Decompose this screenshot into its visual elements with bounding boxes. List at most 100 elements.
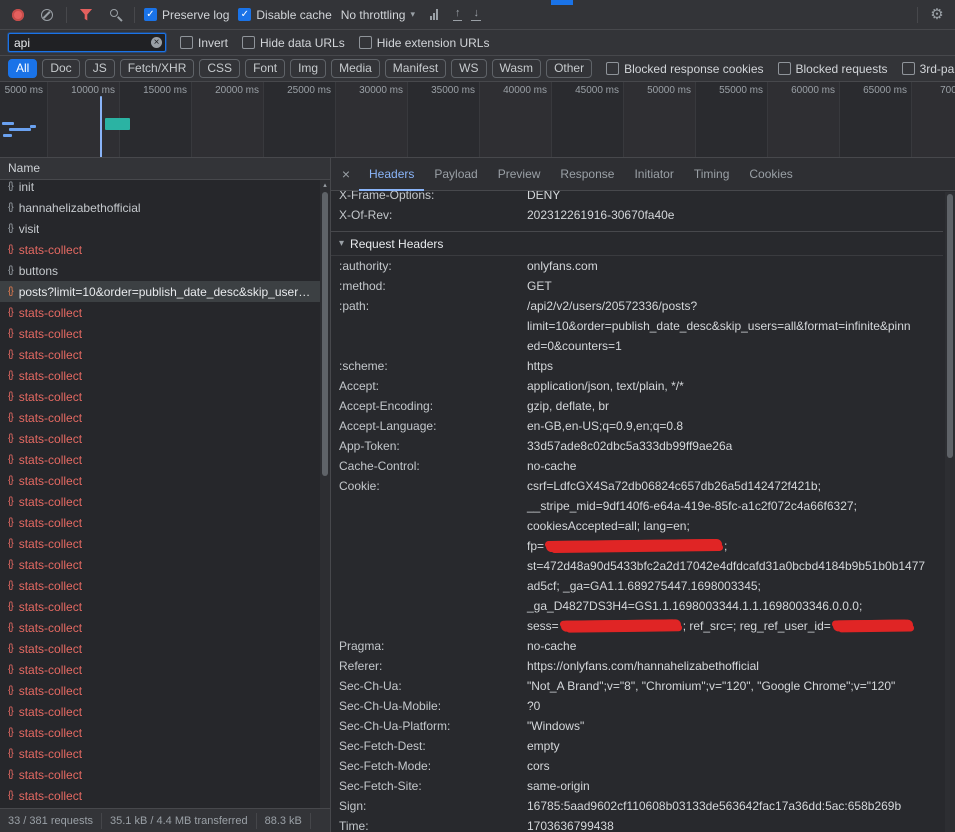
header-name: :authority: [331, 256, 527, 276]
request-row[interactable]: {}stats-collect [0, 407, 320, 428]
tab-initiator[interactable]: Initiator [624, 158, 683, 191]
request-headers-section[interactable]: ▾ Request Headers [331, 231, 943, 256]
search-icon [110, 9, 118, 17]
preserve-log-checkbox[interactable]: ✓ Preserve log [144, 8, 229, 22]
network-main: Name {}init{}hannahelizabethofficial{}vi… [0, 158, 955, 832]
type-filter-manifest[interactable]: Manifest [385, 59, 446, 78]
type-filter-media[interactable]: Media [331, 59, 380, 78]
type-filter-css[interactable]: CSS [199, 59, 240, 78]
record-button[interactable] [8, 4, 28, 26]
header-name: Accept-Language: [331, 416, 527, 436]
settings-button[interactable]: ⚙ [927, 4, 947, 26]
third-party-requests-checkbox[interactable]: 3rd-party requests [902, 62, 955, 76]
blocked-response-cookies-checkbox[interactable]: Blocked response cookies [606, 62, 763, 76]
filter-input[interactable] [8, 33, 166, 52]
type-filter-other[interactable]: Other [546, 59, 592, 78]
request-name: stats-collect [19, 474, 82, 488]
import-har-button[interactable]: ↑ [453, 8, 463, 21]
type-filter-js[interactable]: JS [85, 59, 115, 78]
tab-timing[interactable]: Timing [684, 158, 740, 191]
request-row[interactable]: {}stats-collect [0, 428, 320, 449]
request-row[interactable]: {}stats-collect [0, 386, 320, 407]
export-har-button[interactable]: ↓ [471, 8, 481, 21]
request-list-scrollbar[interactable]: ▴ [320, 180, 330, 808]
timeline-tick: 65000 ms [840, 82, 912, 157]
request-row[interactable]: {}stats-collect [0, 365, 320, 386]
type-filter-all[interactable]: All [8, 59, 37, 78]
request-row[interactable]: {}stats-collect [0, 344, 320, 365]
blocked-requests-checkbox[interactable]: Blocked requests [778, 62, 888, 76]
scrollbar-thumb[interactable] [322, 192, 328, 476]
header-row: Sec-Fetch-Dest:empty [331, 736, 943, 756]
request-name: stats-collect [19, 600, 82, 614]
name-column-header[interactable]: Name [0, 158, 330, 180]
hide-data-urls-label: Hide data URLs [260, 36, 345, 50]
details-scrollbar[interactable] [945, 192, 955, 832]
header-name: Cache-Control: [331, 456, 527, 476]
request-row[interactable]: {}init [0, 180, 320, 197]
script-resource-icon: {} [8, 265, 13, 276]
request-row[interactable]: {}stats-collect [0, 722, 320, 743]
script-resource-icon: {} [8, 664, 13, 675]
request-row[interactable]: {}stats-collect [0, 575, 320, 596]
request-row[interactable]: {}stats-collect [0, 638, 320, 659]
request-row[interactable]: {}buttons [0, 260, 320, 281]
request-row[interactable]: {}stats-collect [0, 323, 320, 344]
request-row[interactable]: {}stats-collect [0, 743, 320, 764]
type-filter-font[interactable]: Font [245, 59, 285, 78]
disable-cache-checkbox[interactable]: ✓ Disable cache [238, 8, 331, 22]
request-row[interactable]: {}stats-collect [0, 680, 320, 701]
throttling-dropdown[interactable]: No throttling ▾ [341, 8, 415, 22]
script-resource-icon: {} [8, 622, 13, 633]
header-name: :method: [331, 276, 527, 296]
request-row[interactable]: {}stats-collect [0, 554, 320, 575]
type-filter-wasm[interactable]: Wasm [492, 59, 542, 78]
invert-checkbox[interactable]: Invert [180, 36, 228, 50]
filter-toggle-button[interactable] [76, 4, 96, 26]
request-row[interactable]: {}stats-collect [0, 239, 320, 260]
type-filter-checkboxes: Blocked response cookies Blocked request… [606, 62, 955, 76]
chevron-down-icon: ▾ [410, 9, 415, 20]
tab-preview[interactable]: Preview [488, 158, 551, 191]
hide-data-urls-checkbox[interactable]: Hide data URLs [242, 36, 345, 50]
timeline-overview[interactable]: 5000 ms10000 ms15000 ms20000 ms25000 ms3… [0, 82, 955, 158]
request-row[interactable]: {}stats-collect [0, 659, 320, 680]
request-row[interactable]: {}stats-collect [0, 449, 320, 470]
request-name: stats-collect [19, 453, 82, 467]
type-filter-img[interactable]: Img [290, 59, 326, 78]
request-row[interactable]: {}stats-collect [0, 470, 320, 491]
type-filter-doc[interactable]: Doc [42, 59, 79, 78]
request-row[interactable]: {}stats-collect [0, 533, 320, 554]
scroll-up-icon[interactable]: ▴ [320, 181, 330, 190]
request-name: stats-collect [19, 621, 82, 635]
search-button[interactable] [105, 4, 125, 26]
scrollbar-thumb[interactable] [947, 194, 953, 458]
close-icon[interactable]: × [333, 166, 359, 182]
script-resource-icon: {} [8, 370, 13, 381]
request-row[interactable]: {}visit [0, 218, 320, 239]
type-filter-fetch-xhr[interactable]: Fetch/XHR [120, 59, 195, 78]
header-value: csrf=LdfcGX4Sa72db06824c657db26a5d142472… [527, 476, 925, 636]
request-row[interactable]: {}stats-collect [0, 785, 320, 806]
tab-cookies[interactable]: Cookies [739, 158, 802, 191]
request-row[interactable]: {}stats-collect [0, 764, 320, 785]
request-row[interactable]: {}stats-collect [0, 302, 320, 323]
request-row[interactable]: {}stats-collect [0, 512, 320, 533]
network-toolbar: ✓ Preserve log ✓ Disable cache No thrott… [0, 0, 955, 30]
tab-response[interactable]: Response [550, 158, 624, 191]
request-row[interactable]: {} stats-collect [0, 617, 320, 638]
request-row[interactable]: {}stats-collect [0, 491, 320, 512]
network-conditions-button[interactable] [424, 4, 444, 26]
request-row[interactable]: {}posts?limit=10&order=publish_date_desc… [0, 281, 320, 302]
hide-extension-urls-checkbox[interactable]: Hide extension URLs [359, 36, 490, 50]
request-row[interactable]: {}stats-collect [0, 596, 320, 617]
request-name: stats-collect [19, 348, 82, 362]
request-name: stats-collect [19, 642, 82, 656]
clear-filter-icon[interactable]: × [151, 37, 162, 48]
clear-button[interactable] [37, 4, 57, 26]
tab-headers[interactable]: Headers [359, 158, 424, 191]
request-row[interactable]: {}hannahelizabethofficial [0, 197, 320, 218]
tab-payload[interactable]: Payload [424, 158, 487, 191]
type-filter-ws[interactable]: WS [451, 59, 486, 78]
request-row[interactable]: {}stats-collect [0, 701, 320, 722]
